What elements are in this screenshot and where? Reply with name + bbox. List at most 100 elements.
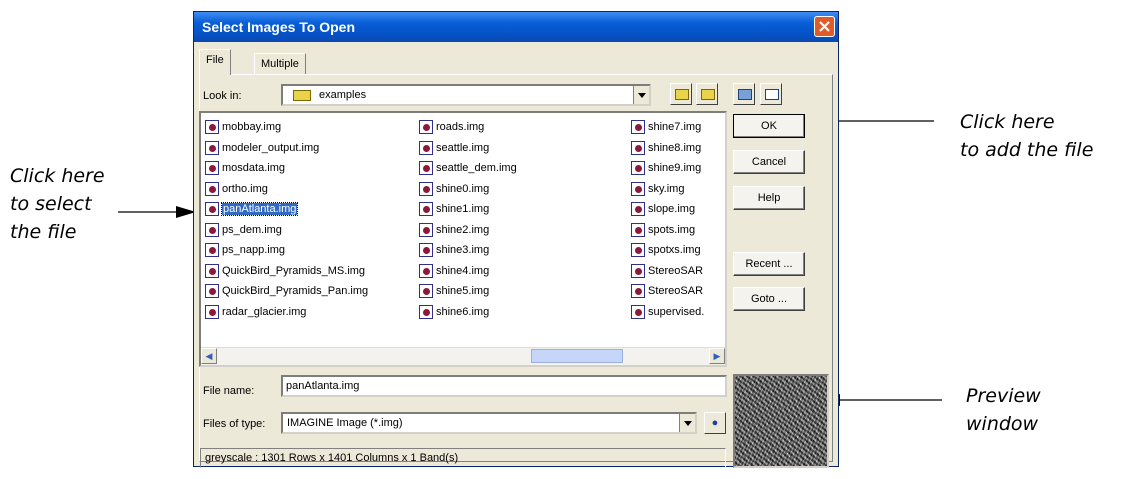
tab-multiple[interactable]: Multiple xyxy=(254,53,306,74)
up-folder-button[interactable] xyxy=(670,83,692,105)
close-button[interactable] xyxy=(814,16,835,37)
file-list: mobbay.img modeler_output.img mosdata.img o… xyxy=(199,111,727,367)
look-in-label: Look in: xyxy=(203,90,242,102)
image-file-icon xyxy=(205,263,219,278)
file-item[interactable]: shine3.img xyxy=(419,240,489,260)
tab-file[interactable]: File xyxy=(199,49,231,75)
file-item[interactable]: shine9.img xyxy=(631,158,701,178)
file-item[interactable]: ps_napp.img xyxy=(205,240,285,260)
image-file-icon xyxy=(419,284,433,299)
horizontal-scrollbar[interactable]: ◀ ▶ xyxy=(201,347,725,365)
image-file-icon xyxy=(631,120,645,135)
file-name: slope.img xyxy=(648,203,696,215)
chevron-down-icon[interactable] xyxy=(679,414,695,432)
file-name: roads.img xyxy=(436,121,485,133)
file-item[interactable]: StereoSAR xyxy=(631,281,703,301)
file-name: ortho.img xyxy=(222,182,268,195)
file-name: ps_napp.img xyxy=(222,244,285,256)
file-name: QuickBird_Pyramids_MS.img xyxy=(222,264,366,277)
image-file-icon xyxy=(631,202,645,217)
image-file-icon xyxy=(419,202,433,217)
scroll-thumb[interactable] xyxy=(531,349,623,363)
file-item[interactable]: radar_glacier.img xyxy=(205,302,306,322)
ok-button[interactable]: OK xyxy=(733,114,805,138)
file-name: shine1.img xyxy=(436,203,490,215)
options-icon: ● xyxy=(711,417,719,429)
file-item[interactable]: supervised. xyxy=(631,302,704,322)
file-item[interactable]: sky.img xyxy=(631,179,684,199)
image-file-icon xyxy=(419,263,433,278)
file-item[interactable]: shine7.img xyxy=(631,117,701,137)
image-file-icon xyxy=(205,304,219,319)
files-of-type-label: Files of type: xyxy=(203,418,266,430)
arrow-to-file xyxy=(118,206,196,218)
image-file-icon xyxy=(205,202,219,217)
image-file-icon xyxy=(631,140,645,155)
details-view-icon xyxy=(765,89,779,100)
file-item[interactable]: QuickBird_Pyramids_MS.img xyxy=(205,261,365,281)
look-in-value: examples xyxy=(319,89,367,101)
details-view-button[interactable] xyxy=(760,83,782,105)
image-file-icon xyxy=(205,243,219,258)
recent-button[interactable]: Recent ... xyxy=(733,252,805,276)
image-file-icon xyxy=(631,222,645,237)
new-folder-icon xyxy=(701,89,715,100)
image-file-icon xyxy=(419,161,433,176)
image-file-icon xyxy=(419,181,433,196)
file-item[interactable]: slope.img xyxy=(631,199,695,219)
file-name: spots.img xyxy=(648,223,696,236)
file-name: shine6.img xyxy=(436,305,490,318)
callout-add-file: Click here to add the file xyxy=(960,111,1094,161)
files-of-type-dropdown[interactable]: IMAGINE Image (*.img) xyxy=(281,412,697,434)
file-name-input[interactable]: panAtlanta.img xyxy=(281,375,727,397)
file-name: shine0.img xyxy=(436,182,490,195)
file-name: StereoSAR xyxy=(648,285,704,297)
file-item[interactable]: shine8.img xyxy=(631,138,701,158)
image-file-icon xyxy=(205,181,219,196)
new-folder-button[interactable] xyxy=(696,83,718,105)
file-name: shine2.img xyxy=(436,223,490,236)
file-item[interactable]: shine1.img xyxy=(419,199,489,219)
file-item[interactable]: QuickBird_Pyramids_Pan.img xyxy=(205,281,368,301)
list-view-icon xyxy=(738,89,752,100)
list-view-button[interactable] xyxy=(733,83,755,105)
file-item[interactable]: shine5.img xyxy=(419,281,489,301)
file-name: seattle.img xyxy=(436,141,490,154)
file-item[interactable]: seattle_dem.img xyxy=(419,158,517,178)
chevron-down-icon[interactable] xyxy=(633,86,649,104)
scroll-left-icon[interactable]: ◀ xyxy=(201,348,217,364)
scroll-right-icon[interactable]: ▶ xyxy=(709,348,725,364)
file-name: QuickBird_Pyramids_Pan.img xyxy=(222,285,369,297)
file-item[interactable]: mobbay.img xyxy=(205,117,281,137)
image-file-icon xyxy=(631,181,645,196)
file-item[interactable]: shine0.img xyxy=(419,179,489,199)
image-file-icon xyxy=(419,222,433,237)
file-item[interactable]: ps_dem.img xyxy=(205,220,282,240)
dialog-title: Select Images To Open xyxy=(194,12,838,42)
file-item[interactable]: mosdata.img xyxy=(205,158,285,178)
file-item[interactable]: spots.img xyxy=(631,220,695,240)
file-item[interactable]: shine2.img xyxy=(419,220,489,240)
image-info-status: greyscale : 1301 Rows x 1401 Columns x 1… xyxy=(200,448,726,468)
cancel-button[interactable]: Cancel xyxy=(733,150,805,174)
filter-options-button[interactable]: ● xyxy=(704,412,726,434)
file-item[interactable]: panAtlanta.img xyxy=(205,199,299,219)
file-name: shine4.img xyxy=(436,264,490,277)
file-item[interactable]: seattle.img xyxy=(419,138,489,158)
image-file-icon xyxy=(205,284,219,299)
image-file-icon xyxy=(419,140,433,155)
goto-button[interactable]: Goto ... xyxy=(733,287,805,311)
file-item[interactable]: shine4.img xyxy=(419,261,489,281)
file-item[interactable]: roads.img xyxy=(419,117,484,137)
file-item[interactable]: shine6.img xyxy=(419,302,489,322)
file-item[interactable]: modeler_output.img xyxy=(205,138,319,158)
file-item[interactable]: ortho.img xyxy=(205,179,268,199)
file-item[interactable]: StereoSAR xyxy=(631,261,703,281)
look-in-dropdown[interactable]: examples xyxy=(281,84,651,106)
image-file-icon xyxy=(205,120,219,135)
file-name: panAtlanta.img xyxy=(220,202,299,216)
preview-window xyxy=(733,374,829,468)
file-item[interactable]: spotxs.img xyxy=(631,240,701,260)
callout-select-file: Click here to select the file xyxy=(10,165,105,243)
help-button[interactable]: Help xyxy=(733,186,805,210)
